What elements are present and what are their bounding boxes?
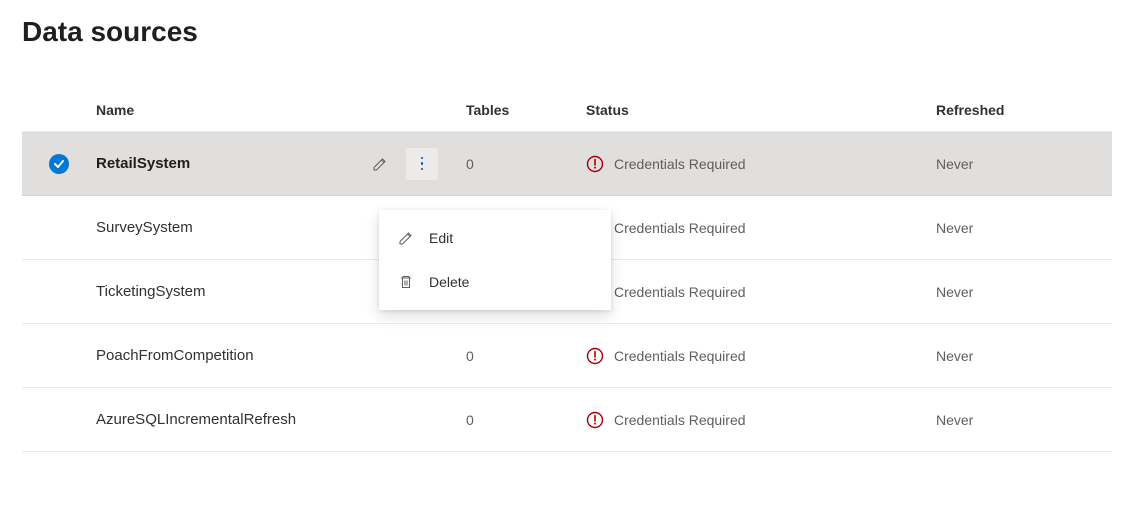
menu-item-delete-label: Delete xyxy=(429,274,469,290)
row-name[interactable]: RetailSystem xyxy=(96,155,358,172)
page-title: Data sources xyxy=(22,16,1112,48)
table-row[interactable]: AzureSQLIncrementalRefresh 0 Credentials R… xyxy=(22,388,1112,452)
row-status-text: Credentials Required xyxy=(614,348,746,364)
column-header-tables[interactable]: Tables xyxy=(442,102,564,118)
column-header-name[interactable]: Name xyxy=(96,102,358,118)
row-name[interactable]: TicketingSystem xyxy=(96,283,358,300)
row-context-menu: Edit Delete xyxy=(379,210,611,310)
row-status-text: Credentials Required xyxy=(614,220,746,236)
alert-icon xyxy=(586,411,604,429)
row-refreshed: Never xyxy=(914,220,1112,236)
row-status-text: Credentials Required xyxy=(614,412,746,428)
row-refreshed: Never xyxy=(914,412,1112,428)
edit-button[interactable] xyxy=(364,148,396,180)
table-row[interactable]: RetailSystem 0 Credentials Required Never xyxy=(22,132,1112,196)
row-status-text: Credentials Required xyxy=(614,284,746,300)
menu-item-edit-label: Edit xyxy=(429,230,453,246)
column-header-status[interactable]: Status xyxy=(564,102,914,118)
row-refreshed: Never xyxy=(914,156,1112,172)
menu-item-edit[interactable]: Edit xyxy=(379,216,611,260)
row-checkmark-icon[interactable] xyxy=(49,154,69,174)
row-tables-count: 0 xyxy=(442,412,564,428)
row-name[interactable]: AzureSQLIncrementalRefresh xyxy=(96,411,358,428)
row-refreshed: Never xyxy=(914,348,1112,364)
row-tables-count: 0 xyxy=(442,156,564,172)
menu-item-delete[interactable]: Delete xyxy=(379,260,611,304)
column-header-refreshed[interactable]: Refreshed xyxy=(914,102,1112,118)
row-refreshed: Never xyxy=(914,284,1112,300)
alert-icon xyxy=(586,347,604,365)
row-tables-count: 0 xyxy=(442,348,564,364)
alert-icon xyxy=(586,155,604,173)
table-header-row: Name Tables Status Refreshed xyxy=(22,88,1112,132)
row-name[interactable]: SurveySystem xyxy=(96,219,358,236)
row-status-text: Credentials Required xyxy=(614,156,746,172)
row-more-menu-button[interactable] xyxy=(406,148,438,180)
row-name[interactable]: PoachFromCompetition xyxy=(96,347,358,364)
table-row[interactable]: PoachFromCompetition 0 Credentials Require… xyxy=(22,324,1112,388)
vertical-dots-icon xyxy=(421,157,424,171)
trash-icon xyxy=(397,274,415,290)
pencil-icon xyxy=(397,230,415,246)
